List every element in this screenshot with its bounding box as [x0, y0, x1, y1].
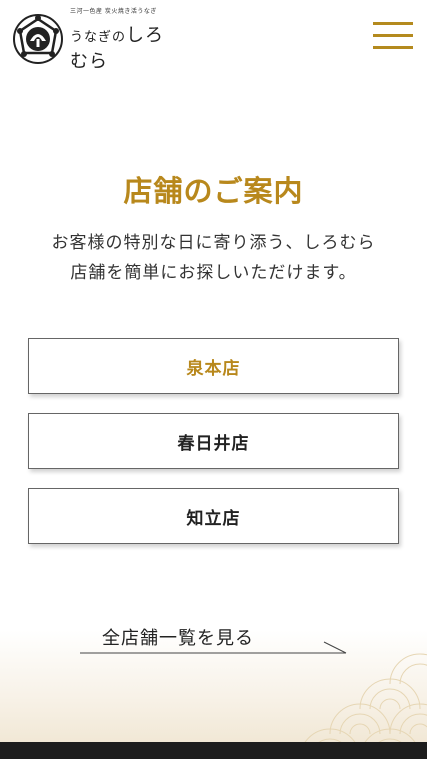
- logo-name: うなぎのしろむら: [70, 21, 182, 73]
- logo-emblem-icon: [13, 14, 63, 64]
- arrow-right-icon: [80, 641, 347, 654]
- site-logo[interactable]: 三河一色産 炭火焼き活うなぎ うなぎのしろむら: [12, 8, 182, 72]
- logo-text: 三河一色産 炭火焼き活うなぎ うなぎのしろむら: [70, 6, 182, 73]
- store-button-chiryu[interactable]: 知立店: [28, 488, 399, 544]
- store-button-kasugai[interactable]: 春日井店: [28, 413, 399, 469]
- menu-bar: [373, 34, 413, 37]
- store-button-izumi[interactable]: 泉本店: [28, 338, 399, 394]
- menu-bar: [373, 22, 413, 25]
- description-line: お客様の特別な日に寄り添う、しろむら: [51, 233, 376, 253]
- page-title: 店舗のご案内: [123, 174, 304, 208]
- logo-name-prefix: うなぎの: [70, 29, 127, 45]
- logo-tagline: 三河一色産 炭火焼き活うなぎ: [70, 7, 157, 15]
- menu-icon[interactable]: [373, 22, 413, 50]
- page-description: お客様の特別な日に寄り添う、しろむら 店舗を簡単にお探しいただけます。: [0, 228, 427, 288]
- all-stores-link[interactable]: 全店舗一覧を見る: [80, 620, 348, 656]
- menu-bar: [373, 46, 413, 49]
- description-line: 店舗を簡単にお探しいただけます。: [70, 263, 357, 283]
- site-header: 三河一色産 炭火焼き活うなぎ うなぎのしろむら: [0, 0, 427, 80]
